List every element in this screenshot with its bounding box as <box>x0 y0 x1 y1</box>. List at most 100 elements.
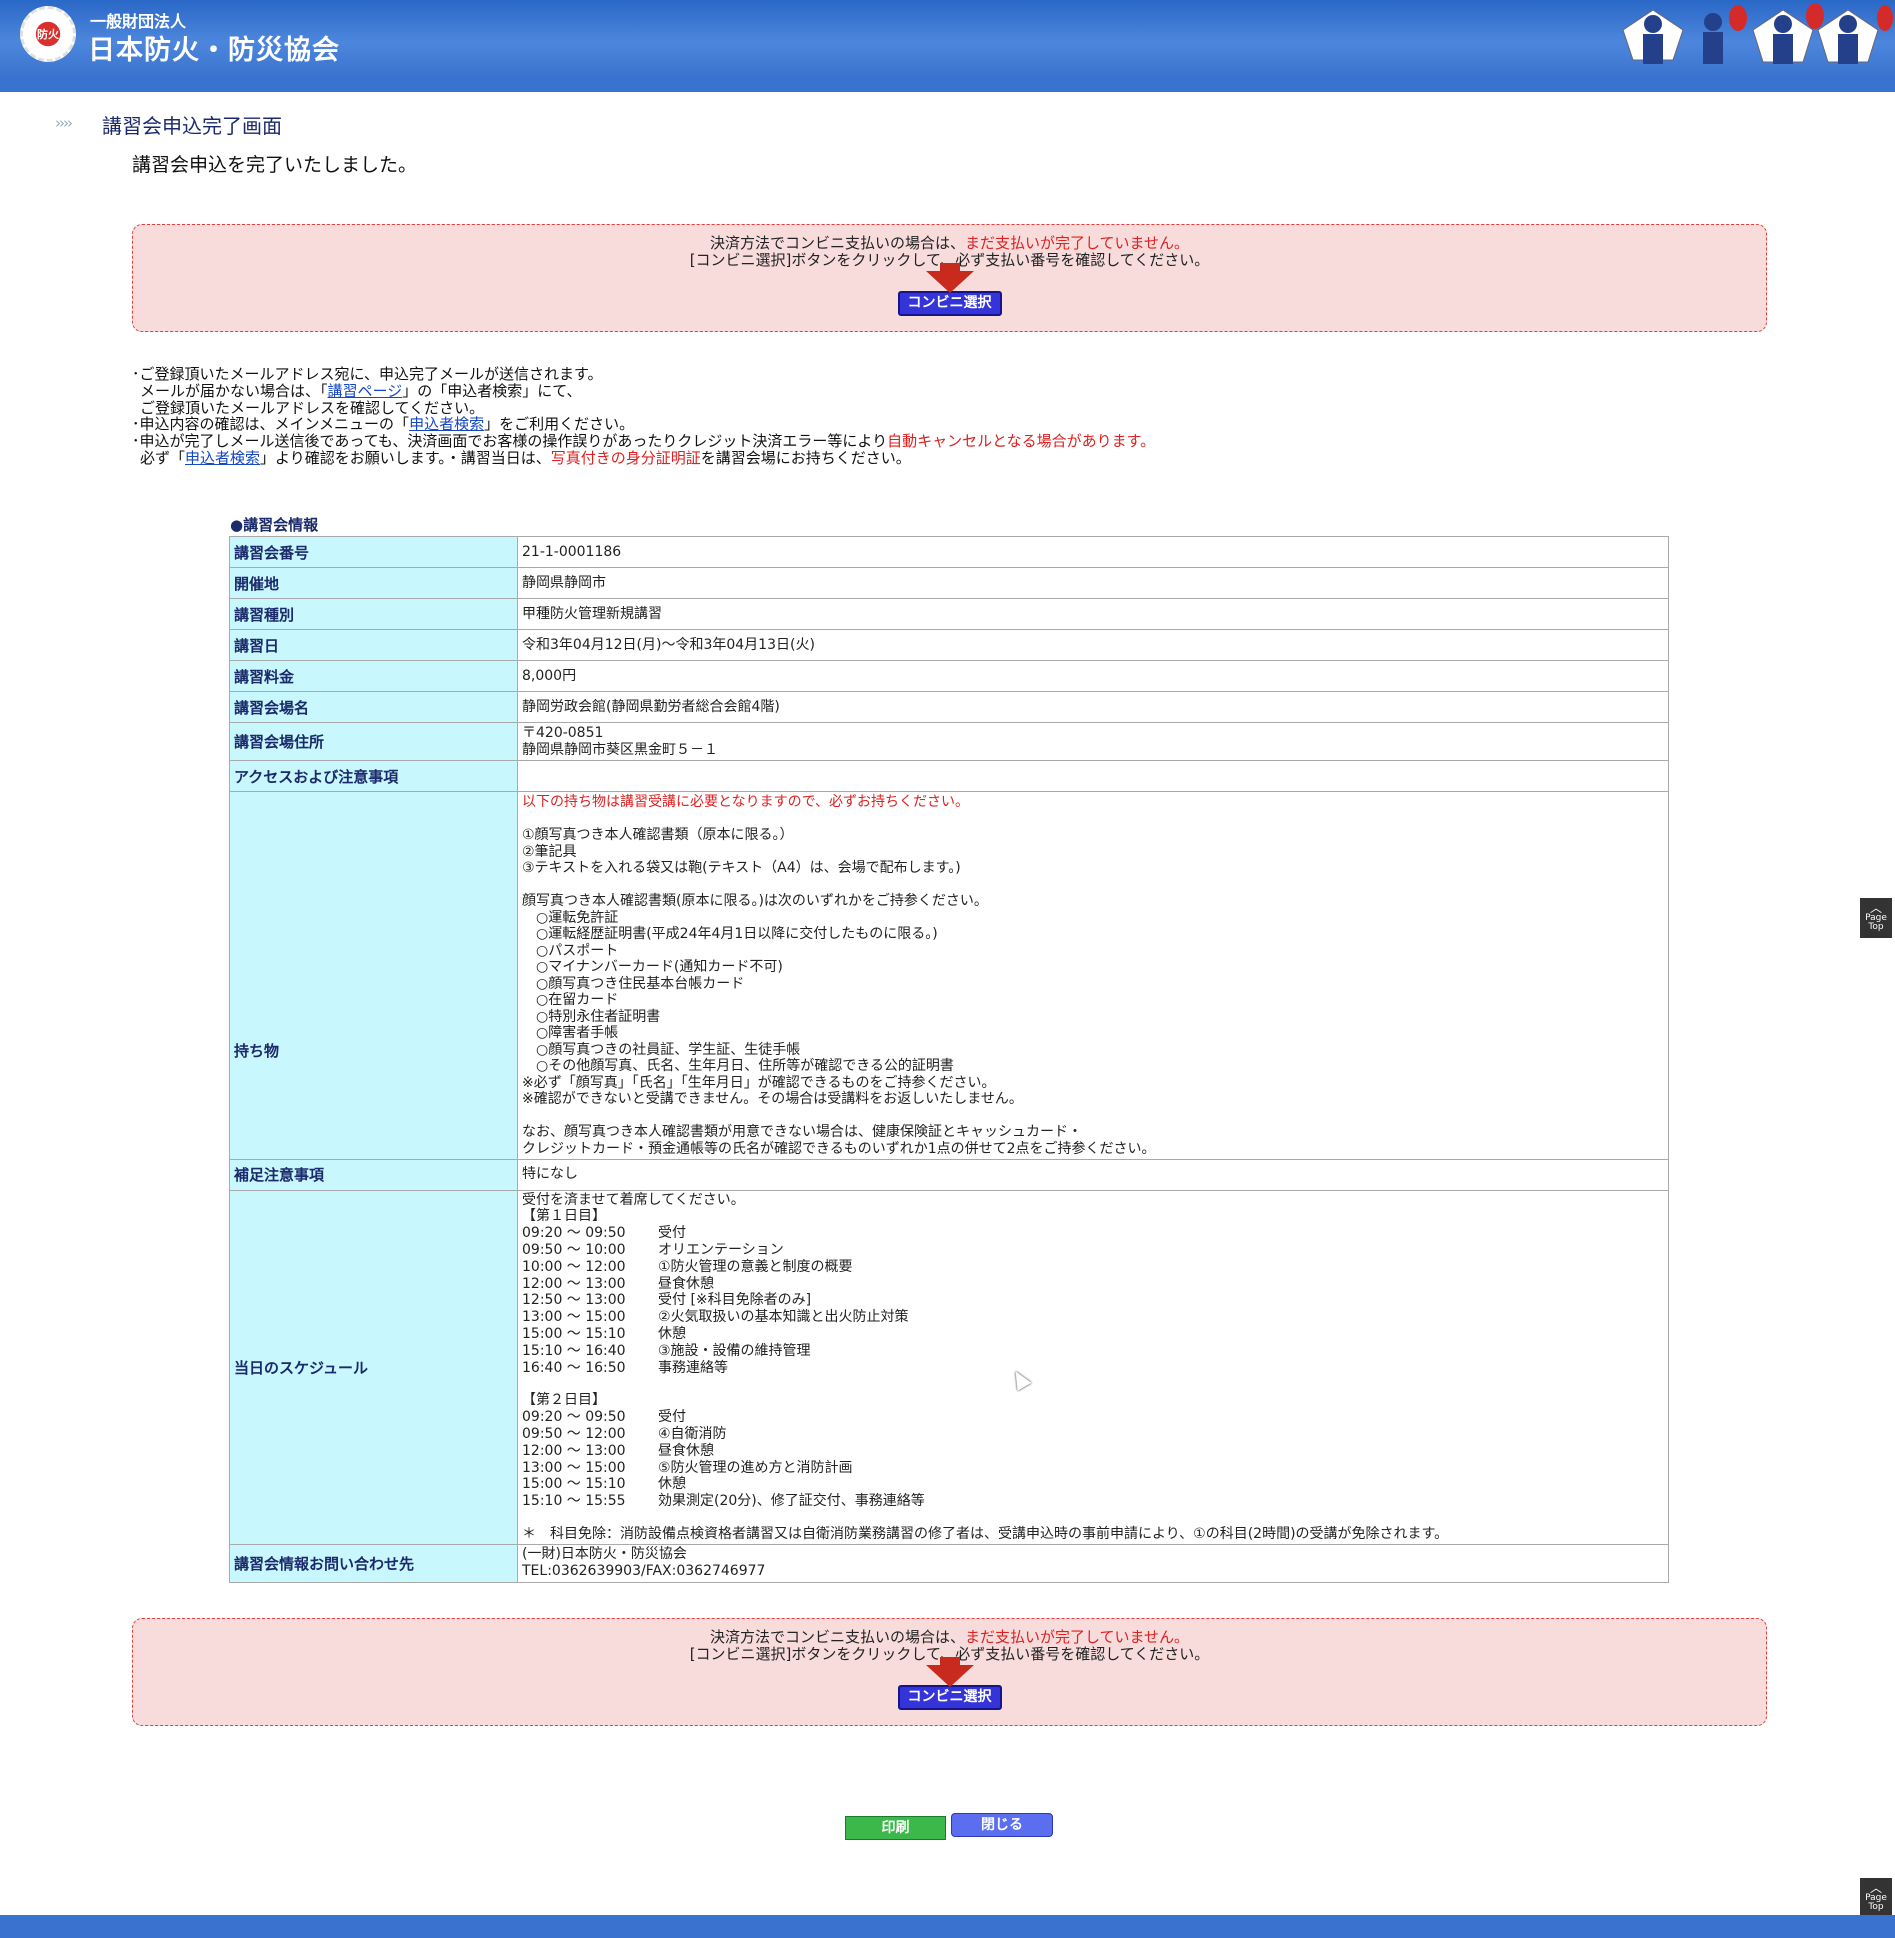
schedule-row: 09:50 ～ 12:00 ④自衛消防 <box>522 1426 1664 1443</box>
schedule-time: 09:20 ～ 09:50 <box>522 1225 626 1242</box>
schedule-item: 効果測定(20分)、修了証交付、事務連絡等 <box>658 1493 925 1510</box>
schedule-time: 12:00 ～ 13:00 <box>522 1442 626 1459</box>
row-label: 講習料金 <box>229 660 518 692</box>
course-type: 甲種防火管理新規講習 <box>517 598 1669 630</box>
header: 防火 一般財団法人 日本防火・防災協会 <box>0 0 1895 76</box>
schedule-footnote: ＊ 科目免除：消防設備点検資格者講習又は自衛消防業務講習の修了者は、受講申込時の… <box>522 1525 1449 1542</box>
table-row: 講習会情報お問い合わせ先 (一財)日本防火・防災協会 TEL:036263990… <box>229 1543 1669 1583</box>
payment-notice-top: 決済方法でコンビニ支払いの場合は、まだ支払いが完了していません。 [コンビニ選択… <box>132 224 1767 332</box>
course-date: 令和3年04月12日(月)～令和3年04月13日(火) <box>517 629 1669 661</box>
table-row: 講習日 令和3年04月12日(月)～令和3年04月13日(火) <box>229 629 1669 661</box>
close-button[interactable]: 閉じる <box>951 1813 1053 1837</box>
row-label: 講習会情報お問い合わせ先 <box>229 1543 518 1583</box>
convenience-store-select-button[interactable]: コンビニ選択 <box>897 291 1002 316</box>
section-title: ●講習会情報 <box>230 516 319 534</box>
day2-label: 【第２日目】 <box>522 1392 606 1409</box>
day1-schedule: 09:20 ～ 09:50 受付 09:50 ～ 10:00 オリエンテーション 10:… <box>522 1225 1664 1376</box>
schedule-row: 09:20 ～ 09:50 受付 <box>522 1225 1664 1242</box>
schedule-time: 09:50 ～ 12:00 <box>522 1425 626 1442</box>
payment-notice-bottom: 決済方法でコンビニ支払いの場合は、まだ支払いが完了していません。 [コンビニ選択… <box>132 1618 1767 1726</box>
schedule-item: ②火気取扱いの基本知識と出火防止対策 <box>658 1309 909 1326</box>
convenience-store-select-button[interactable]: コンビニ選択 <box>897 1685 1002 1710</box>
schedule-time: 12:00 ～ 13:00 <box>522 1275 626 1292</box>
schedule-row: 15:10 ～ 16:40 ③施設・設備の維持管理 <box>522 1343 1664 1360</box>
logo-emblem-icon: 防火 <box>20 6 76 62</box>
print-button[interactable]: 印刷 <box>845 1816 946 1840</box>
page-top-button[interactable]: ︿ Page Top <box>1860 898 1892 938</box>
page-top-label: Top <box>1868 922 1884 932</box>
info-line: ･申込が完了しメール送信後であっても、決済画面でお客様の操作誤りがあったりクレジ… <box>132 432 1156 451</box>
id-documents-list: ○運転免許証 ○運転経歴証明書(平成24年4月1日以降に交付したものに限る。) … <box>522 909 1023 1108</box>
contact-phone: TEL:0362639903/FAX:0362746977 <box>522 1563 766 1580</box>
schedule-row: 15:00 ～ 15:10 休憩 <box>522 1476 1664 1493</box>
access-notes <box>517 760 1669 792</box>
schedule-row: 13:00 ～ 15:00 ⑤防火管理の進め方と消防計画 <box>522 1460 1664 1477</box>
table-row: アクセスおよび注意事項 <box>229 760 1669 792</box>
row-label: 講習会番号 <box>229 536 518 568</box>
row-label: 開催地 <box>229 567 518 599</box>
row-label: 講習会場名 <box>229 691 518 723</box>
row-label: アクセスおよび注意事項 <box>229 760 518 792</box>
row-label: 講習会場住所 <box>229 722 518 761</box>
page-top-label: Top <box>1868 1902 1884 1912</box>
mascot-illustration-icon <box>1622 3 1893 64</box>
table-row: 講習会場名 静岡労政会館(静岡県勤労者総合会館4階) <box>229 691 1669 723</box>
schedule-row: 09:20 ～ 09:50 受付 <box>522 1409 1664 1426</box>
table-row: 当日のスケジュール 受付を済ませて着席してください。 【第１日目】 09:20 … <box>229 1189 1669 1545</box>
schedule-row: 12:00 ～ 13:00 昼食休憩 <box>522 1276 1664 1293</box>
id-documents-intro: 顔写真つき本人確認書類(原本に限る。)は次のいずれかをご持参ください。 <box>522 893 988 910</box>
schedule-time: 15:10 ～ 16:40 <box>522 1342 626 1359</box>
belongings-alternate-note: なお、顔写真つき本人確認書類が用意できない場合は、健康保険証とキャッシュカード・… <box>522 1123 1156 1157</box>
notice-line-1: 決済方法でコンビニ支払いの場合は、まだ支払いが完了していません。 <box>709 234 1190 252</box>
schedule-time: 10:00 ～ 12:00 <box>522 1258 626 1275</box>
course-number: 21-1-0001186 <box>517 536 1669 568</box>
table-row: 講習会番号 21-1-0001186 <box>229 536 1669 568</box>
schedule-time: 12:50 ～ 13:00 <box>522 1292 626 1309</box>
schedule-item: 昼食休憩 <box>658 1442 714 1459</box>
arrow-down-icon <box>925 1657 974 1687</box>
course-page-link[interactable]: 講習ページ <box>328 382 403 400</box>
page-top-button[interactable]: ︿ Page Top <box>1860 1878 1892 1918</box>
schedule-intro: 受付を済ませて着席してください。 <box>522 1191 745 1208</box>
footer-bar <box>0 1915 1895 1938</box>
schedule-row: 13:00 ～ 15:00 ②火気取扱いの基本知識と出火防止対策 <box>522 1309 1664 1326</box>
schedule-row: 10:00 ～ 12:00 ①防火管理の意義と制度の概要 <box>522 1259 1664 1276</box>
schedule-time: 09:50 ～ 10:00 <box>522 1241 626 1258</box>
info-line: ･申込内容の確認は、メインメニューの「申込者検索」をご利用ください。 <box>132 415 635 434</box>
schedule-time: 13:00 ～ 15:00 <box>522 1459 626 1476</box>
row-label: 講習日 <box>229 629 518 661</box>
complete-message: 講習会申込を完了いたしました。 <box>132 154 418 176</box>
schedule-item: 昼食休憩 <box>658 1275 714 1292</box>
schedule-item: オリエンテーション <box>658 1241 784 1258</box>
info-line: 必ず「申込者検索」より確認をお願いします。・講習当日は、写真付きの身分証明証を講… <box>140 448 911 467</box>
belongings-required-note: 以下の持ち物は講習受講に必要となりますので、必ずお持ちください。 <box>522 794 970 810</box>
zip-code: 〒420-0851 <box>522 724 604 741</box>
schedule-row: 15:10 ～ 15:55 効果測定(20分)、修了証交付、事務連絡等 <box>522 1493 1664 1510</box>
venue-city: 静岡県静岡市 <box>517 567 1669 599</box>
chevron-right-icon: ›››› <box>55 114 73 132</box>
schedule-row: 12:50 ～ 13:00 受付 [※科目免除者のみ] <box>522 1292 1664 1309</box>
applicant-search-link[interactable]: 申込者検索 <box>185 449 260 467</box>
page: 防火 一般財団法人 日本防火・防災協会 ›››› 講習会申込完了画面 講習会申込… <box>0 0 1895 1938</box>
schedule-row: 15:00 ～ 15:10 休憩 <box>522 1326 1664 1343</box>
day1-label: 【第１日目】 <box>522 1208 606 1225</box>
info-line: メールが届かない場合は、「講習ページ」の「申込者検索」にて、 <box>140 381 582 400</box>
row-label: 当日のスケジュール <box>229 1189 518 1545</box>
schedule-row: 09:50 ～ 10:00 オリエンテーション <box>522 1242 1664 1259</box>
schedule-item: ①防火管理の意義と制度の概要 <box>658 1258 853 1275</box>
org-name: 日本防火・防災協会 <box>88 35 340 66</box>
row-label: 持ち物 <box>229 791 518 1160</box>
table-row: 講習会場住所 〒420-0851 静岡県静岡市葵区黒金町５－１ <box>229 722 1669 761</box>
schedule-item: 受付 [※科目免除者のみ] <box>658 1292 812 1309</box>
row-label: 講習種別 <box>229 598 518 630</box>
schedule-item: 受付 <box>658 1409 686 1426</box>
applicant-search-link[interactable]: 申込者検索 <box>409 415 484 433</box>
info-line: ご登録頂いたメールアドレスを確認してください。 <box>140 398 485 417</box>
table-row: 補足注意事項 特になし <box>229 1158 1669 1191</box>
schedule-time: 16:40 ～ 16:50 <box>522 1359 626 1376</box>
schedule-time: 13:00 ～ 15:00 <box>522 1309 626 1326</box>
schedule-item: 受付 <box>658 1225 686 1242</box>
day2-schedule: 09:20 ～ 09:50 受付 09:50 ～ 12:00 ④自衛消防 12:00 ～… <box>522 1409 1664 1510</box>
info-line: ･ご登録頂いたメールアドレス宛に、申込完了メールが送信されます。 <box>132 365 603 383</box>
schedule-item: ⑤防火管理の進め方と消防計画 <box>658 1459 853 1476</box>
